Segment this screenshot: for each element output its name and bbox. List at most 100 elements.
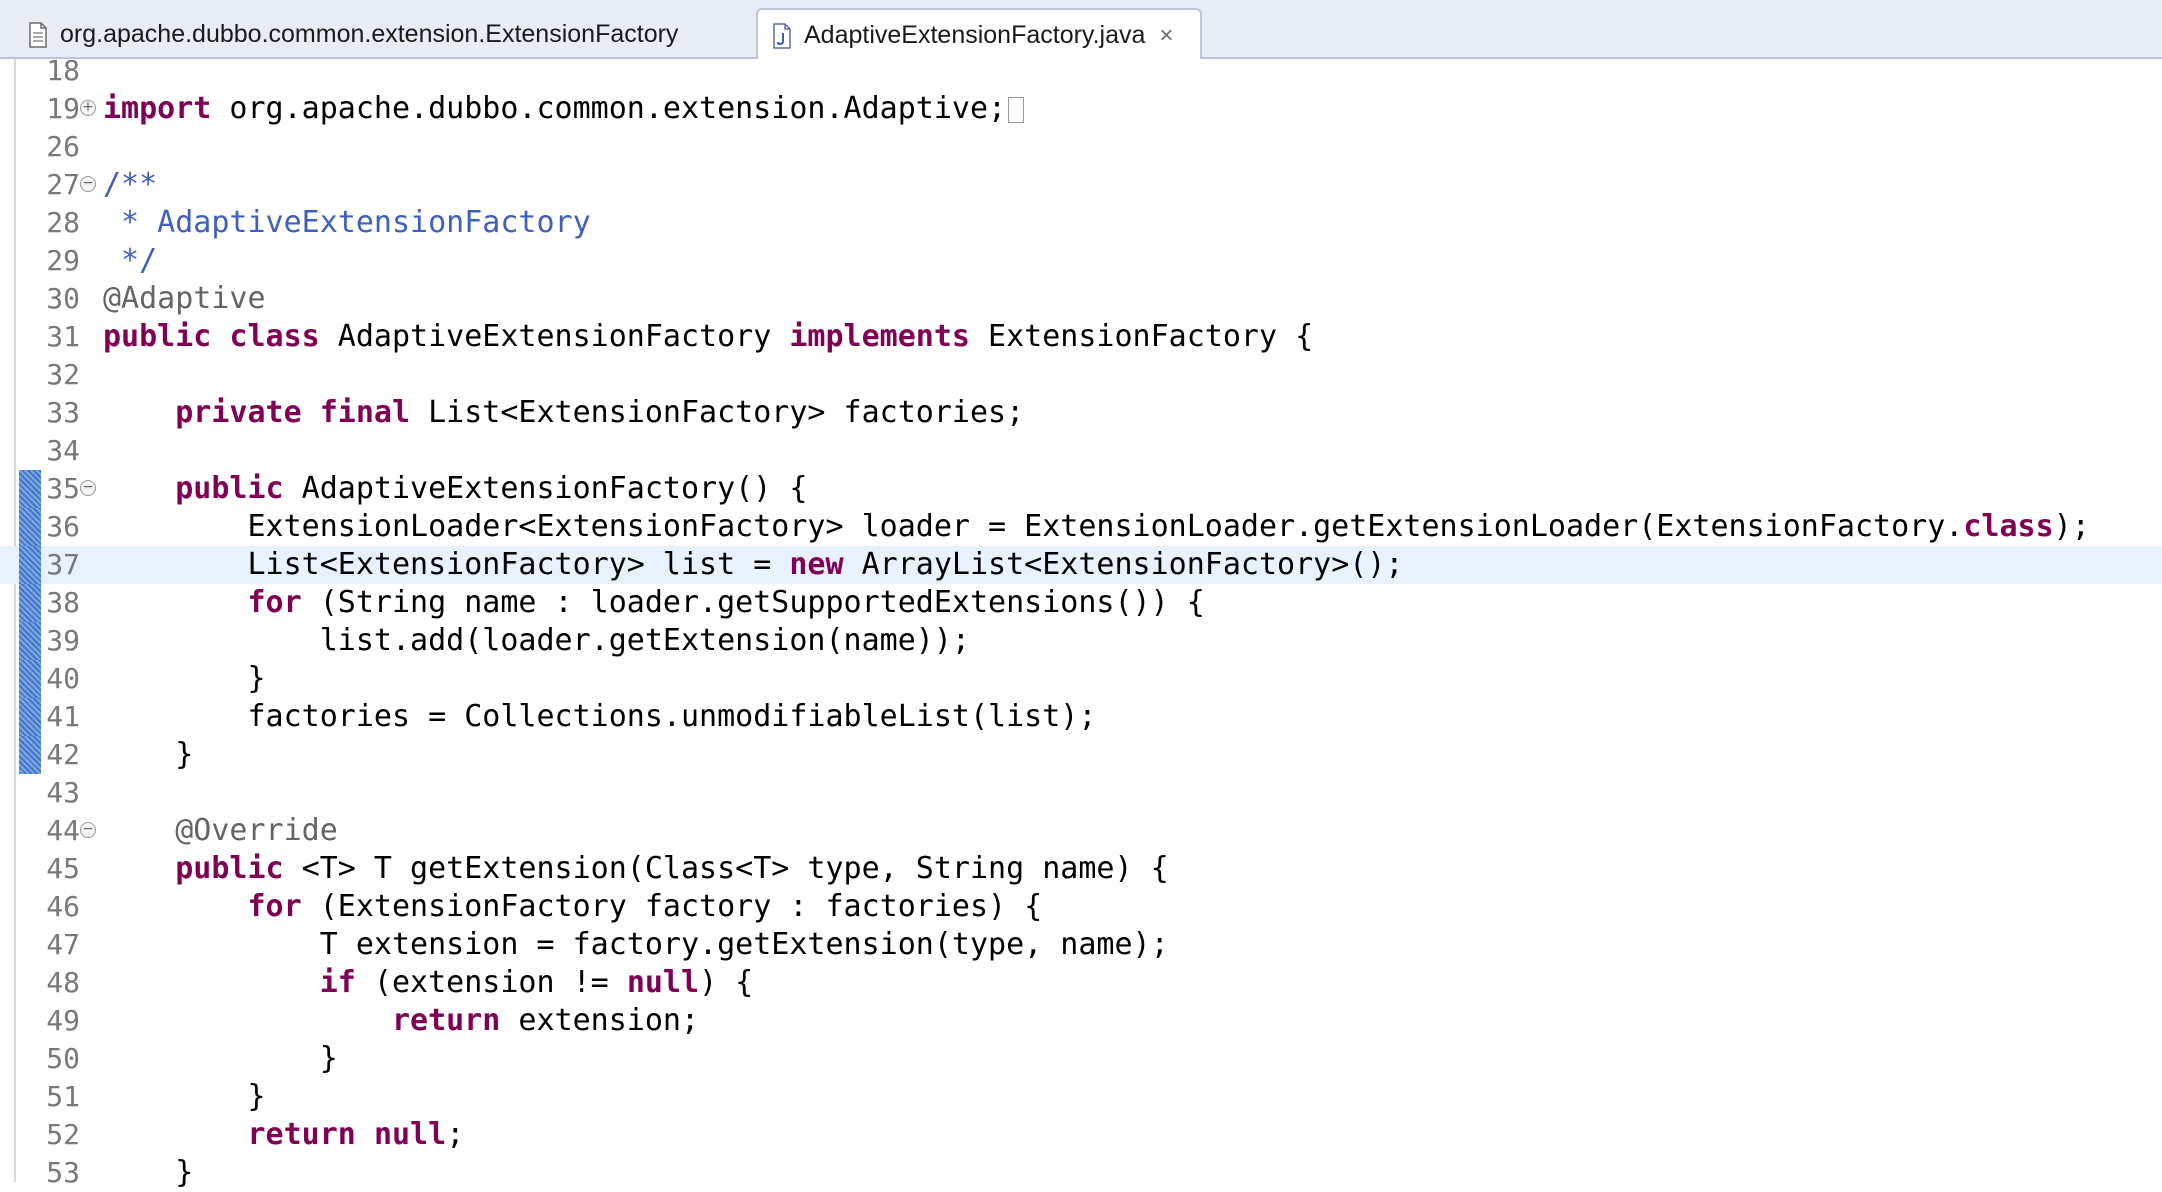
collapse-fold-icon[interactable]: − [80,480,96,496]
line-number: 47 [46,928,80,961]
code-token: ; [446,1117,465,1152]
code-token: } [103,661,266,696]
line-number: 49 [46,1004,80,1037]
code-line[interactable]: 30 @Adaptive [0,280,2162,318]
code-line[interactable]: 41 factories = Collections.unmodifiableL… [0,698,2162,736]
line-number: 36 [46,510,80,543]
code-text: if (extension != null) { [103,964,754,1002]
code-token: factories = Collections.unmodifiableList… [103,699,1097,734]
line-number: 52 [46,1118,80,1151]
line-number: 19 [46,92,80,125]
code-line[interactable]: 47 T extension = factory.getExtension(ty… [0,926,2162,964]
tab-label: org.apache.dubbo.common.extension.Extens… [60,20,679,48]
keyword-token: class [229,319,320,354]
keyword-token: public [103,319,212,354]
code-line[interactable]: 33 private final List<ExtensionFactory> … [0,394,2162,432]
line-number: 26 [46,130,80,163]
code-line[interactable]: 42 } [0,736,2162,774]
annotation-token: @Adaptive [103,281,266,316]
code-line[interactable]: 35− public AdaptiveExtensionFactory() { [0,470,2162,508]
code-token: List<ExtensionFactory> factories; [410,395,1025,430]
code-text: factories = Collections.unmodifiableList… [103,698,1096,736]
code-line[interactable]: 43 [0,774,2162,812]
code-line[interactable]: 34 [0,432,2162,470]
code-text: import org.apache.dubbo.common.extension… [103,90,1025,128]
code-token: } [103,1155,194,1190]
keyword-token: implements [789,319,970,354]
collapse-fold-icon[interactable]: − [80,176,96,192]
line-number: 30 [46,282,80,315]
class-file-icon [29,21,47,48]
line-number: 29 [46,244,80,277]
code-token: List<ExtensionFactory> list = [103,547,790,582]
code-token: T extension = factory.getExtension(type,… [103,927,1169,962]
code-line[interactable]: 51 } [0,1078,2162,1116]
close-icon[interactable]: × [1159,22,1173,50]
code-line[interactable]: 31 public class AdaptiveExtensionFactory … [0,318,2162,356]
code-text: return extension; [103,1002,699,1040]
code-line[interactable]: 44− @Override [0,812,2162,850]
collapse-fold-icon[interactable]: − [80,822,96,838]
line-number: 42 [46,738,80,771]
line-number: 46 [46,890,80,923]
code-text: } [103,1040,338,1078]
line-number: 41 [46,700,80,733]
code-line[interactable]: 39 list.add(loader.getExtension(name)); [0,622,2162,660]
code-line[interactable]: 52 return null; [0,1116,2162,1154]
annotation-token: @Override [175,813,338,848]
collapsed-block-icon[interactable] [1008,96,1025,123]
code-line[interactable]: 46 for (ExtensionFactory factory : facto… [0,888,2162,926]
code-token: } [103,1041,338,1076]
keyword-token: import [103,91,212,126]
keyword-token: for [247,889,302,924]
code-editor[interactable]: 18 19 + import org.apache.dubbo.common.exte… [0,54,2162,1190]
code-line[interactable]: 48 if (extension != null) { [0,964,2162,1002]
code-line[interactable]: 38 for (String name : loader.getSupporte… [0,584,2162,622]
code-token: AdaptiveExtensionFactory [319,319,790,354]
code-line[interactable]: 32 [0,356,2162,394]
keyword-token: null [373,1117,447,1152]
comment-token: */ [103,243,158,278]
editor-tab-bar: org.apache.dubbo.common.extension.Extens… [0,0,2162,61]
code-line[interactable]: 40 } [0,660,2162,698]
expand-fold-icon[interactable]: + [80,100,96,116]
keyword-token: return [247,1117,356,1152]
code-line[interactable]: 27−/** [0,166,2162,204]
code-token: ArrayList<ExtensionFactory>(); [843,547,1404,582]
comment-token: /** [103,167,158,202]
code-line[interactable]: 45 public <T> T getExtension(Class<T> ty… [0,850,2162,888]
code-line[interactable]: 53 } [0,1154,2162,1192]
code-line[interactable]: 18 [0,52,2162,90]
code-line[interactable]: 50 } [0,1040,2162,1078]
code-text: List<ExtensionFactory> list = new ArrayL… [103,546,1403,584]
code-line[interactable]: 19 + import org.apache.dubbo.common.extens… [0,90,2162,128]
comment-token: * AdaptiveExtensionFactory [103,205,591,240]
keyword-token: null [626,965,700,1000]
tab-label: AdaptiveExtensionFactory.java [804,21,1146,49]
code-text: */ [103,242,157,280]
code-line[interactable]: 29 */ [0,242,2162,280]
line-number: 28 [46,206,80,239]
code-line[interactable]: 28 * AdaptiveExtensionFactory [0,204,2162,242]
code-token: ExtensionFactory { [969,319,1314,354]
code-token: } [103,737,194,772]
keyword-token: public [175,851,284,886]
code-line[interactable]: 36 ExtensionLoader<ExtensionFactory> loa… [0,508,2162,546]
line-number: 33 [46,396,80,429]
code-text: @Adaptive [103,280,266,318]
code-text: public <T> T getExtension(Class<T> type,… [103,850,1168,888]
code-line[interactable]: 49 return extension; [0,1002,2162,1040]
code-text: } [103,660,266,698]
code-line[interactable]: 26 [0,128,2162,166]
code-text: public class AdaptiveExtensionFactory im… [103,318,1313,356]
code-text: for (ExtensionFactory factory : factorie… [103,888,1043,926]
code-text: ExtensionLoader<ExtensionFactory> loader… [103,508,2089,546]
code-line[interactable]: 37 List<ExtensionFactory> list = new Arr… [0,546,2162,584]
